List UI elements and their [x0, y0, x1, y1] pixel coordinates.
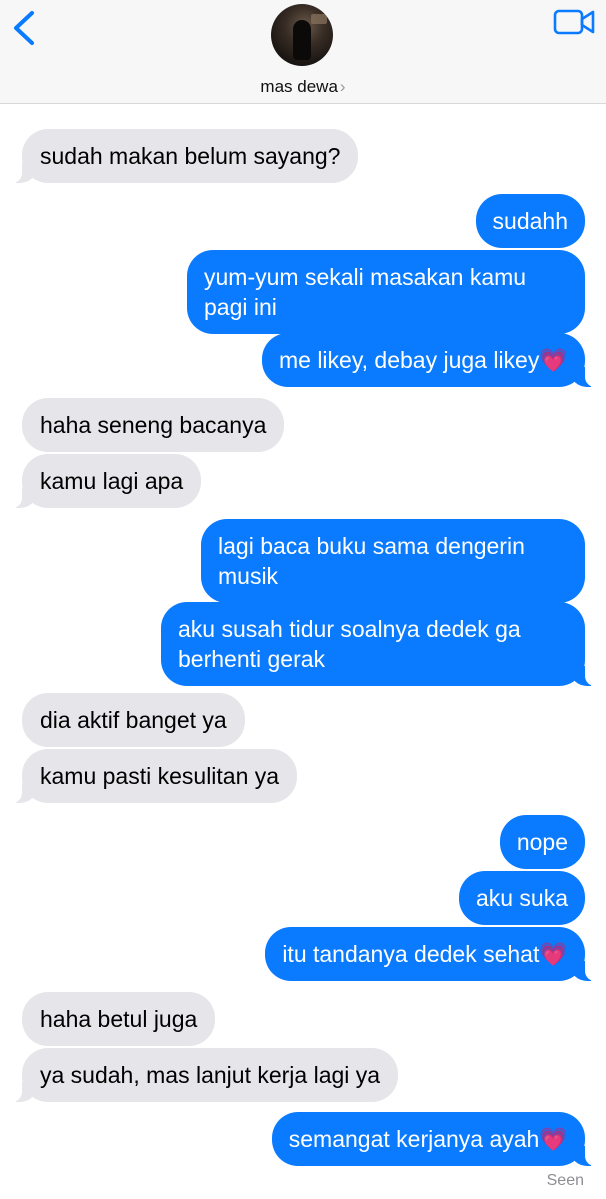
message-text: aku suka [475, 885, 568, 911]
message-bubble-outgoing[interactable]: nope [499, 815, 585, 869]
contact-name-button[interactable]: mas dewa › [0, 77, 606, 97]
message-text: dia aktif banget ya [40, 707, 227, 733]
message-bubble-outgoing[interactable]: sudahh [475, 194, 585, 248]
message-text: aku susah tidur soalnya dedek ga berhent… [178, 616, 521, 672]
message-text: sudahh [492, 208, 568, 234]
message-text: haha seneng bacanya [40, 412, 267, 438]
contact-avatar[interactable] [271, 4, 333, 66]
message-bubble-outgoing[interactable]: aku suka [458, 871, 585, 925]
message-text: me likey, debay juga likey [278, 347, 540, 373]
contact-name: mas dewa [260, 77, 338, 96]
message-bubble-incoming[interactable]: kamu pasti kesulitan ya [11, 749, 298, 803]
avatar-photo-figure [293, 20, 311, 60]
message-text: itu tandanya dedek sehat [282, 941, 540, 967]
message-bubble-incoming[interactable]: sudah makan belum sayang? [11, 129, 359, 183]
avatar-photo-detail [311, 14, 327, 24]
message-text: ya sudah, mas lanjut kerja lagi ya [40, 1062, 381, 1088]
message-bubble-incoming[interactable]: dia aktif banget ya [22, 693, 245, 747]
chevron-right-icon: › [339, 77, 346, 96]
message-text: kamu pasti kesulitan ya [40, 763, 280, 789]
message-text: yum-yum sekali masakan kamu pagi ini [204, 264, 527, 320]
heart-emoji-icon: 💗 [539, 941, 568, 967]
message-text: sudah makan belum sayang? [40, 143, 341, 169]
conversation-header: mas dewa › [0, 0, 606, 104]
message-bubble-incoming[interactable]: kamu lagi apa [11, 454, 202, 508]
heart-emoji-icon: 💗 [539, 347, 568, 373]
read-receipt: Seen [546, 1172, 584, 1189]
message-bubble-outgoing[interactable]: me likey, debay juga likey💗 [261, 333, 596, 387]
message-text: kamu lagi apa [40, 468, 184, 494]
message-text: nope [516, 829, 568, 855]
message-bubble-outgoing[interactable]: lagi baca buku sama dengerin musik [201, 519, 585, 603]
message-text: semangat kerjanya ayah [288, 1126, 540, 1152]
message-bubble-incoming[interactable]: ya sudah, mas lanjut kerja lagi ya [11, 1048, 399, 1102]
message-bubble-outgoing[interactable]: semangat kerjanya ayah💗 [271, 1112, 596, 1166]
video-camera-icon[interactable] [553, 9, 595, 35]
message-bubble-outgoing[interactable]: aku susah tidur soalnya dedek ga berhent… [161, 602, 595, 686]
back-chevron-icon[interactable] [10, 10, 40, 46]
message-text: haha betul juga [40, 1006, 198, 1032]
message-bubble-outgoing[interactable]: itu tandanya dedek sehat💗 [265, 927, 595, 981]
heart-emoji-icon: 💗 [539, 1126, 568, 1152]
message-bubble-incoming[interactable]: haha seneng bacanya [22, 398, 285, 452]
message-bubble-incoming[interactable]: haha betul juga [22, 992, 216, 1046]
message-bubble-outgoing[interactable]: yum-yum sekali masakan kamu pagi ini [187, 250, 585, 334]
message-text: lagi baca buku sama dengerin musik [218, 533, 525, 589]
